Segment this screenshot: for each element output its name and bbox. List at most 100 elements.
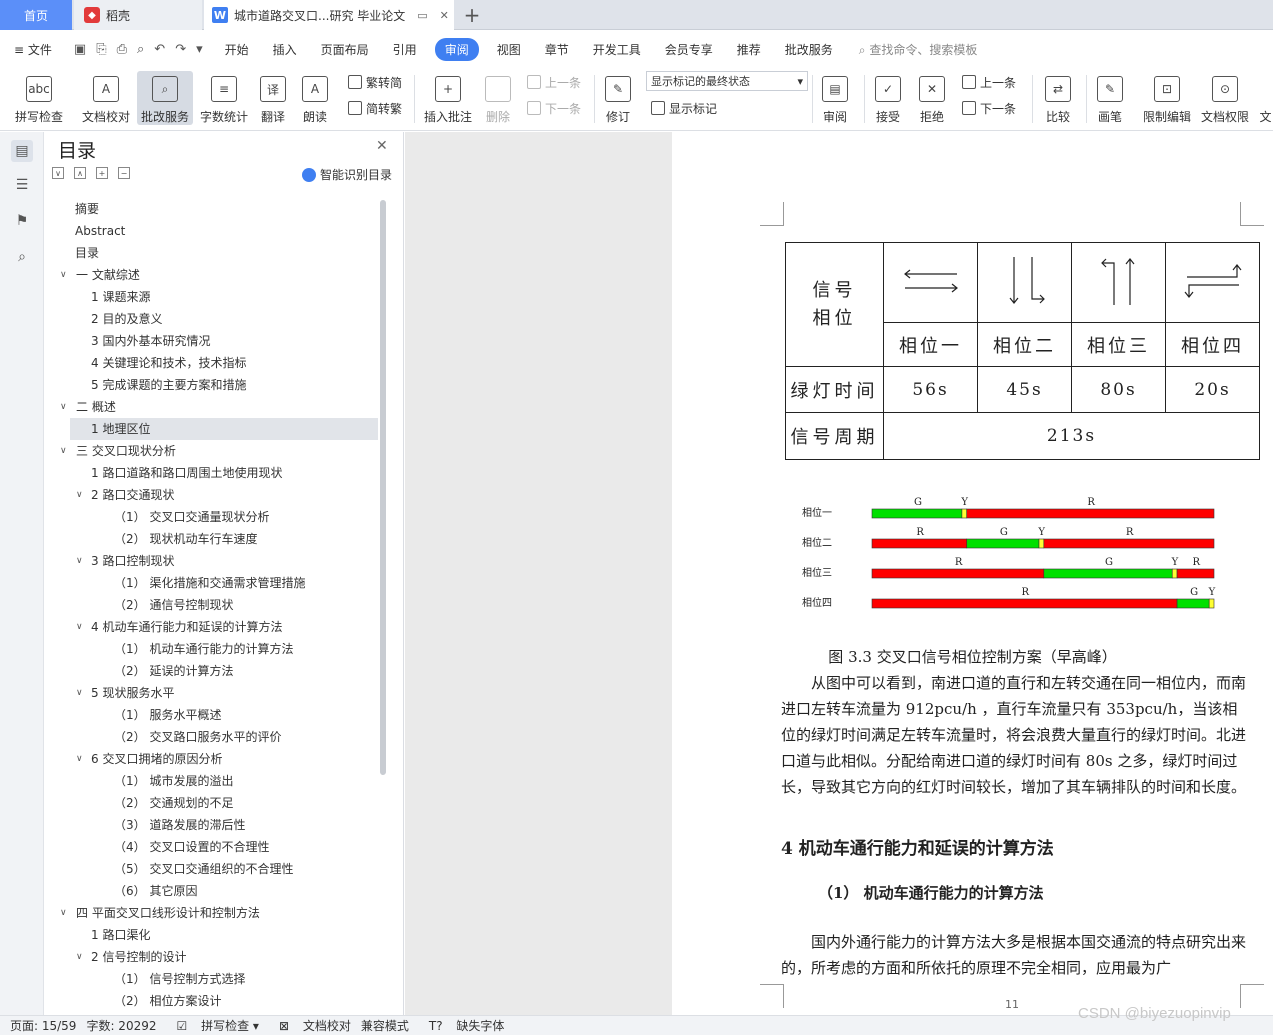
- chevron-down-icon[interactable]: ∨: [76, 682, 83, 704]
- chevron-down-icon[interactable]: ∨: [60, 902, 67, 924]
- toc-item[interactable]: （2） 交通规划的不足: [44, 792, 378, 814]
- menu-item[interactable]: 批改服务: [773, 41, 845, 58]
- chevron-down-icon[interactable]: ∨: [76, 748, 83, 770]
- menu-item[interactable]: 开始: [213, 41, 261, 58]
- toc-item[interactable]: （1） 渠化措施和交通需求管理措施: [44, 572, 378, 594]
- close-tab-icon[interactable]: ✕: [440, 9, 449, 22]
- toc-item[interactable]: （1） 机动车通行能力的计算方法: [44, 638, 378, 660]
- toc-item[interactable]: ∨ 一 文献综述: [44, 264, 378, 286]
- file-menu[interactable]: ≡ 文件: [0, 41, 64, 58]
- toc-item[interactable]: ∨ 二 概述: [44, 396, 378, 418]
- toc-item[interactable]: （2） 通信号控制现状: [44, 594, 378, 616]
- toc-item[interactable]: ∨ 三 交叉口现状分析: [44, 440, 378, 462]
- translate-button[interactable]: 译翻译: [255, 71, 291, 125]
- review-pane-button[interactable]: ▤ 审阅: [816, 71, 854, 125]
- print-icon[interactable]: ⎙: [117, 42, 127, 57]
- read-aloud-button[interactable]: A 朗读: [297, 71, 333, 125]
- chevron-down-icon[interactable]: ∨: [76, 946, 83, 968]
- undo-icon[interactable]: ↶: [154, 42, 165, 57]
- toc-item[interactable]: （1） 交叉口交通量现状分析: [44, 506, 378, 528]
- toc-panel-icon[interactable]: ▤: [11, 140, 33, 162]
- track-changes-button[interactable]: ✎ 修订: [600, 71, 636, 125]
- close-icon[interactable]: ✕: [376, 138, 388, 154]
- chevron-down-icon[interactable]: ∨: [76, 550, 83, 572]
- chevron-down-icon[interactable]: ∨: [60, 440, 67, 462]
- toc-item[interactable]: （1） 服务水平概述: [44, 704, 378, 726]
- toc-item[interactable]: ∨ 2 信号控制的设计: [44, 946, 378, 968]
- toc-item[interactable]: 2 目的及意义: [44, 308, 378, 330]
- toc-item[interactable]: ∨ 3 路口控制现状: [44, 550, 378, 572]
- tab-daoke[interactable]: ◆ 稻壳: [74, 0, 202, 30]
- toc-item[interactable]: （3） 道路发展的滞后性: [44, 814, 378, 836]
- toc-item[interactable]: Abstract: [44, 220, 378, 242]
- chevron-down-icon[interactable]: ∨: [60, 264, 67, 286]
- toc-item[interactable]: 1 课题来源: [44, 286, 378, 308]
- page-indicator[interactable]: 页面: 15/59: [10, 1017, 76, 1034]
- pen-button[interactable]: ✎ 画笔: [1092, 71, 1128, 125]
- monitor-icon[interactable]: ▭: [417, 9, 427, 22]
- toc-item[interactable]: ∨ 2 路口交通现状: [44, 484, 378, 506]
- tab-document[interactable]: W 城市道路交叉口...研究 毕业论文 ▭ ✕: [204, 0, 454, 30]
- chevron-down-icon[interactable]: ∨: [76, 484, 83, 506]
- redo-icon[interactable]: ↷: [175, 42, 186, 57]
- review-service-button[interactable]: ⌕ 批改服务: [137, 71, 193, 125]
- search-icon[interactable]: ⌕: [11, 246, 33, 268]
- prev-change-button[interactable]: 上一条: [962, 71, 1016, 93]
- show-markup-button[interactable]: 显示标记: [651, 97, 717, 119]
- toc-item[interactable]: ∨ 4 机动车通行能力和延误的计算方法: [44, 616, 378, 638]
- toc-item[interactable]: （1） 信号控制方式选择: [44, 968, 378, 990]
- toc-item[interactable]: （2） 交叉路口服务水平的评价: [44, 726, 378, 748]
- reject-button[interactable]: ✕ 拒绝: [914, 71, 950, 125]
- add-heading-icon[interactable]: +: [96, 167, 108, 179]
- menu-item[interactable]: 会员专享: [653, 41, 725, 58]
- prev-comment-button[interactable]: 上一条: [527, 71, 581, 93]
- simp-to-trad-button[interactable]: 简转繁: [348, 97, 402, 119]
- menu-item[interactable]: 章节: [533, 41, 581, 58]
- preview-icon[interactable]: ⌕: [137, 42, 144, 57]
- next-change-button[interactable]: 下一条: [962, 97, 1016, 119]
- toc-item[interactable]: （1） 城市发展的溢出: [44, 770, 378, 792]
- toc-item[interactable]: 1 路口渠化: [44, 924, 378, 946]
- toc-item[interactable]: （2） 相位方案设计: [44, 990, 378, 1012]
- toc-item[interactable]: （2） 现状机动车行车速度: [44, 528, 378, 550]
- chevron-down-icon[interactable]: ∨: [76, 616, 83, 638]
- new-tab-button[interactable]: +: [458, 0, 486, 30]
- toc-item[interactable]: 目录: [44, 242, 378, 264]
- menu-item[interactable]: 视图: [485, 41, 533, 58]
- toc-item[interactable]: ∨ 四 平面交叉口线形设计和控制方法: [44, 902, 378, 924]
- bookmark-icon[interactable]: ⚑: [11, 210, 33, 232]
- word-count-indicator[interactable]: 字数: 20292: [86, 1017, 156, 1034]
- doc-check-status[interactable]: ⊠ 文档校对: [269, 1017, 351, 1034]
- chevron-down-icon[interactable]: ∨: [60, 396, 67, 418]
- restrict-editing-button[interactable]: ⊡ 限制编辑: [1140, 71, 1194, 125]
- missing-font-button[interactable]: T? 缺失字体: [419, 1017, 505, 1034]
- markup-state-dropdown[interactable]: 显示标记的最终状态 ▾: [646, 71, 808, 91]
- toc-item[interactable]: ∨ 5 现状服务水平: [44, 682, 378, 704]
- toc-item[interactable]: 5 完成课题的主要方案和措施: [44, 374, 378, 396]
- trad-to-simp-button[interactable]: 繁转简: [348, 71, 402, 93]
- toc-item-selected[interactable]: 1 地理区位: [70, 418, 378, 440]
- toc-item[interactable]: 4 关键理论和技术，技术指标: [44, 352, 378, 374]
- export-icon[interactable]: ⎘: [96, 42, 106, 57]
- toc-item[interactable]: 摘要: [44, 198, 378, 220]
- tab-home[interactable]: 首页: [0, 0, 72, 30]
- save-icon[interactable]: ▣: [74, 42, 86, 57]
- more-ribbon-button[interactable]: 文: [1258, 71, 1273, 125]
- chapter-nav-icon[interactable]: ☰: [11, 174, 33, 196]
- menu-item[interactable]: 插入: [261, 41, 309, 58]
- menu-item[interactable]: 开发工具: [581, 41, 653, 58]
- word-count-button[interactable]: ≡ 字数统计: [197, 71, 251, 125]
- next-comment-button[interactable]: 下一条: [527, 97, 581, 119]
- menu-item[interactable]: 审阅: [434, 37, 479, 61]
- accept-button[interactable]: ✓ 接受: [870, 71, 906, 125]
- toc-scrollbar[interactable]: [380, 200, 386, 775]
- command-search[interactable]: ⌕ 查找命令、搜索模板: [859, 41, 978, 58]
- doc-check-button[interactable]: A 文档校对: [78, 71, 134, 125]
- doc-rights-button[interactable]: ⊙ 文档权限: [1198, 71, 1252, 125]
- compare-button[interactable]: ⇄ 比较: [1038, 71, 1078, 125]
- toc-item[interactable]: 1 路口道路和路口周围土地使用现状: [44, 462, 378, 484]
- toc-item[interactable]: （5） 交叉口交通组织的不合理性: [44, 858, 378, 880]
- delete-comment-button[interactable]: 删除: [480, 71, 516, 125]
- spell-check-button[interactable]: abc 拼写检查: [8, 71, 70, 125]
- toc-item[interactable]: （6） 其它原因: [44, 880, 378, 902]
